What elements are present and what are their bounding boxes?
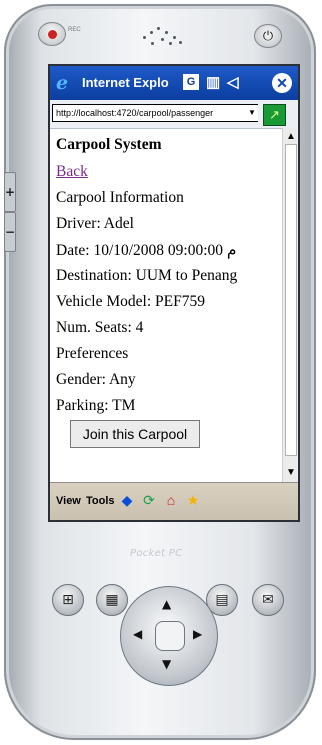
- page-title: Carpool System: [56, 136, 162, 153]
- power-button[interactable]: ⏻: [254, 24, 282, 48]
- volume-down-key[interactable]: −: [4, 212, 16, 252]
- destination-text: Destination: UUM to Penang: [56, 267, 238, 284]
- dpad-up-icon[interactable]: ▲: [162, 597, 171, 611]
- vehicle-text: Vehicle Model: PEF759: [56, 293, 205, 310]
- record-icon: [47, 29, 57, 39]
- scroll-up-button[interactable]: ▲: [285, 130, 297, 142]
- parking-text: Parking: TM: [56, 397, 136, 414]
- mail-icon: ✉: [262, 592, 274, 608]
- triangle-down-icon: ▼: [286, 466, 296, 478]
- speaker-grille: [140, 26, 186, 52]
- g-icon[interactable]: G: [183, 74, 199, 90]
- chevron-down-icon: ▼: [248, 108, 256, 117]
- signal-icon[interactable]: ▥: [206, 73, 220, 91]
- scroll-down-button[interactable]: ▼: [285, 466, 297, 478]
- dpad-down-icon[interactable]: ▼: [162, 657, 171, 671]
- device-screen: e Internet Explo G ▥ ◁ ✕ ▼ ↗ Carpool Sys…: [48, 64, 300, 522]
- address-input[interactable]: [52, 104, 258, 122]
- calendar-icon: ▦: [105, 592, 119, 608]
- record-button[interactable]: [38, 22, 66, 46]
- triangle-up-icon: ▲: [286, 130, 296, 142]
- home-icon[interactable]: ⌂: [162, 491, 180, 509]
- refresh-icon[interactable]: ⟳: [140, 491, 158, 509]
- address-bar: ▼ ↗: [50, 100, 298, 129]
- close-icon: ✕: [276, 74, 288, 91]
- menu-view[interactable]: View: [56, 495, 81, 507]
- start-button[interactable]: ⊞: [52, 584, 84, 616]
- browser-menubar: View Tools ◆ ⟳ ⌂ ★: [50, 482, 298, 520]
- join-carpool-button[interactable]: Join this Carpool: [70, 420, 200, 448]
- mail-button[interactable]: ✉: [252, 584, 284, 616]
- brand-label: Pocket PC: [130, 548, 183, 559]
- calendar-button[interactable]: ▦: [96, 584, 128, 616]
- back-icon[interactable]: ◆: [118, 491, 136, 509]
- vertical-scrollbar[interactable]: ▲ ▼: [282, 128, 298, 482]
- ie-icon[interactable]: e: [56, 72, 68, 94]
- page-content: Carpool System Back Carpool Information …: [50, 128, 282, 482]
- close-button[interactable]: ✕: [272, 73, 292, 93]
- gender-text: Gender: Any: [56, 371, 136, 388]
- power-icon: ⏻: [262, 28, 274, 44]
- dpad-left-icon[interactable]: ◀: [133, 627, 142, 641]
- pocket-pc-device: + − REC ⏻ e Internet Explo G ▥ ◁ ✕ ▼ ↗: [4, 4, 316, 740]
- browser-titlebar: e Internet Explo G ▥ ◁ ✕: [50, 66, 298, 100]
- go-button[interactable]: ↗: [263, 104, 286, 126]
- favorites-icon[interactable]: ★: [184, 491, 202, 509]
- directional-pad[interactable]: ▲ ▼ ◀ ▶: [120, 586, 218, 686]
- back-link[interactable]: Back: [56, 163, 88, 181]
- driver-text: Driver: Adel: [56, 215, 134, 232]
- record-label: REC: [68, 27, 81, 33]
- dpad-right-icon[interactable]: ▶: [193, 627, 202, 641]
- menu-tools[interactable]: Tools: [86, 495, 115, 507]
- date-text: Date: 10/10/2008 09:00:00 م: [56, 242, 237, 259]
- seats-text: Num. Seats: 4: [56, 319, 144, 336]
- contacts-icon: ▤: [215, 592, 229, 608]
- address-dropdown-button[interactable]: ▼: [246, 105, 258, 121]
- scroll-thumb[interactable]: [285, 144, 297, 456]
- volume-icon[interactable]: ◁: [227, 73, 239, 91]
- section-title: Carpool Information: [56, 189, 184, 206]
- dpad-center-button[interactable]: [155, 621, 185, 651]
- volume-up-key[interactable]: +: [4, 172, 16, 212]
- preferences-heading: Preferences: [56, 345, 129, 362]
- browser-title: Internet Explo: [82, 75, 169, 90]
- windows-icon: ⊞: [62, 592, 74, 608]
- go-arrow-icon: ↗: [269, 107, 280, 122]
